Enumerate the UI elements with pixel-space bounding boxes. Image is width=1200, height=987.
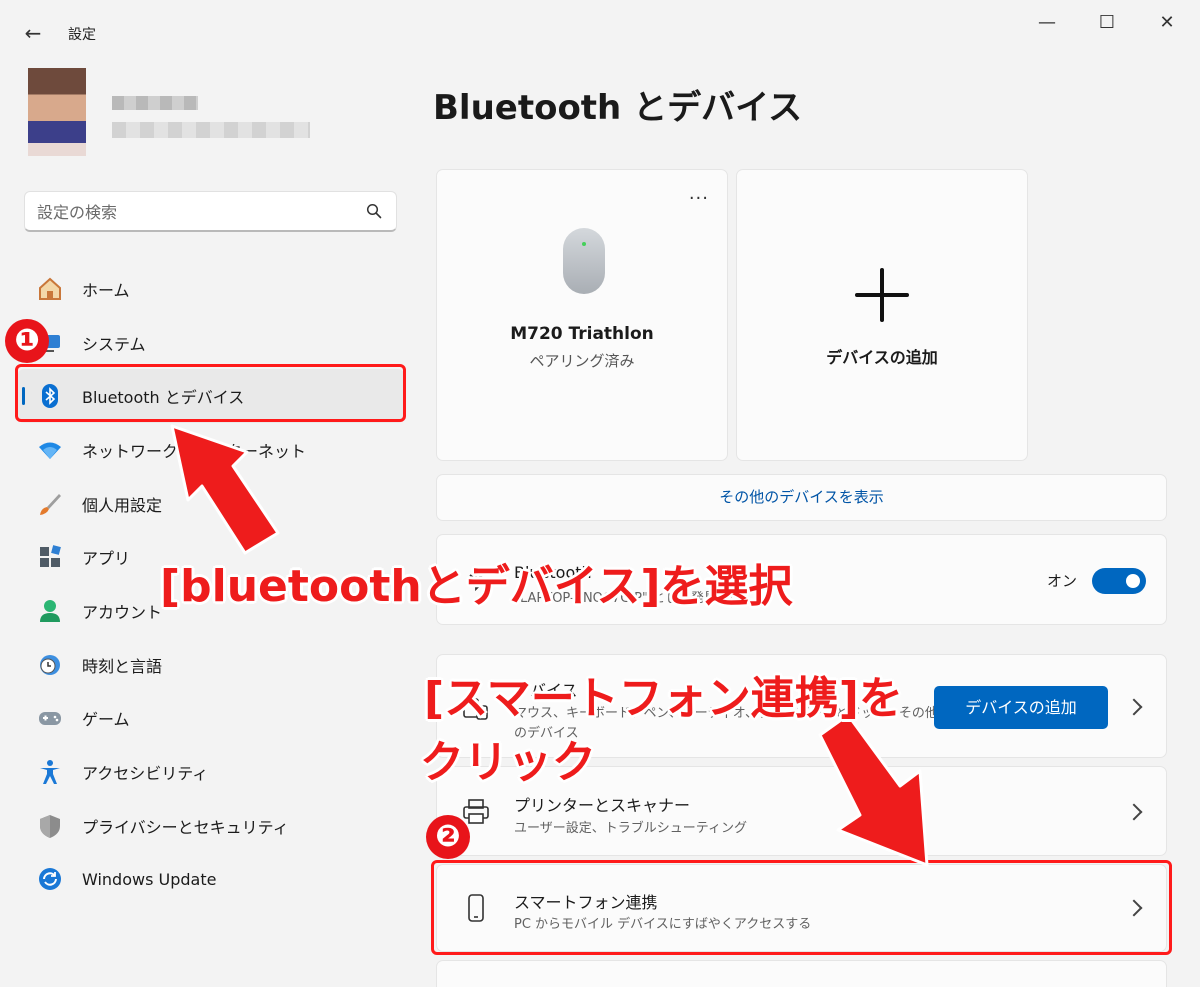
arrow-to-phone-link: [818, 713, 929, 867]
arrow-to-bluetooth: [170, 424, 280, 555]
annotation-arrows: [170, 424, 929, 867]
callout-select-bluetooth: [bluetoothとデバイス]を選択: [160, 561, 793, 612]
step-2-badge: ❷: [426, 815, 470, 859]
callout-phone-link-line1: [スマートフォン連携]を: [424, 673, 903, 724]
step-1-badge: ❶: [5, 319, 49, 363]
callout-phone-link-line2: クリック: [420, 737, 596, 788]
